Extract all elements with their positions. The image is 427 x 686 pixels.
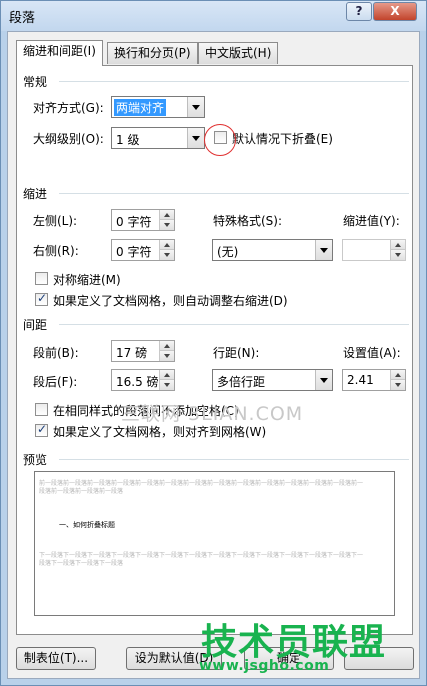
right-indent-label: 右侧(R): [33, 244, 79, 258]
tab-line-page-breaks[interactable]: 换行和分页(P) [107, 42, 198, 64]
help-button[interactable]: ? [346, 2, 372, 21]
line-spacing-label: 行距(N): [213, 346, 260, 360]
alignment-select[interactable]: 两端对齐 [111, 96, 205, 118]
spacing-at-label: 设置值(A): [343, 346, 401, 360]
outline-level-select[interactable]: 1 级 [111, 127, 205, 149]
sanlian-watermark: 三联网 3LIAN.COM [121, 403, 304, 425]
preview-box: 前一段落前一段落前一段落前一段落前一段落前一段落前一段落前一段落前一段落前一段落… [34, 471, 395, 616]
tab-indent-spacing[interactable]: 缩进和间距(I) [16, 40, 103, 66]
general-heading: 常规 [23, 75, 48, 89]
alignment-label: 对齐方式(G): [33, 101, 104, 115]
outline-level-value: 1 级 [116, 133, 140, 147]
spin-down-icon[interactable] [390, 250, 405, 260]
close-button[interactable]: X [373, 2, 417, 21]
annotation-circle [204, 124, 236, 156]
space-before-label: 段前(B): [33, 346, 79, 360]
special-indent-value: (无) [217, 245, 239, 259]
space-after-value: 16.5 磅 [116, 375, 159, 389]
special-indent-select[interactable]: (无) [212, 239, 333, 261]
indent-separator [59, 193, 409, 194]
chevron-down-icon[interactable] [187, 128, 204, 148]
right-indent-spinner[interactable]: 0 字符 [111, 239, 175, 261]
paragraph-dialog: 段落 ? X 缩进和间距(I) 换行和分页(P) 中文版式(H) 常规 对齐方式… [0, 0, 427, 686]
chevron-down-icon[interactable] [315, 370, 332, 390]
mirror-indents-checkbox[interactable] [35, 272, 48, 285]
outline-level-label: 大纲级别(O): [33, 132, 104, 146]
space-after-spinner[interactable]: 16.5 磅 [111, 369, 175, 391]
preview-following-paragraph: 下一段落下一段落下一段落下一段落下一段落下一段落下一段落下一段落下一段落下一段落… [39, 552, 364, 567]
left-indent-value: 0 字符 [116, 215, 152, 229]
space-before-value: 17 磅 [116, 346, 148, 360]
spin-up-icon[interactable] [159, 210, 174, 220]
snap-to-grid-checkbox[interactable] [35, 422, 48, 437]
tabs-button[interactable]: 制表位(T)... [16, 647, 96, 670]
right-indent-value: 0 字符 [116, 245, 152, 259]
spacing-at-spinner[interactable]: 2.41 [342, 369, 406, 391]
chevron-down-icon[interactable] [315, 240, 332, 260]
preview-current-paragraph: 一、如何折叠标题 [59, 521, 115, 529]
title-bar[interactable]: 段落 ? X [1, 1, 426, 31]
spin-down-icon[interactable] [159, 220, 174, 230]
spin-up-icon[interactable] [159, 370, 174, 380]
auto-adjust-right-checkbox[interactable] [35, 291, 48, 306]
dialog-title: 段落 [9, 11, 36, 26]
url-watermark: www.jsgho.com [199, 658, 330, 674]
spin-up-icon[interactable] [159, 341, 174, 351]
left-indent-spinner[interactable]: 0 字符 [111, 209, 175, 231]
spin-down-icon[interactable] [159, 380, 174, 390]
spacing-heading: 间距 [23, 318, 48, 332]
mirror-indents-label[interactable]: 对称缩进(M) [53, 271, 121, 288]
spacing-separator [59, 324, 409, 325]
tab-asian-typography[interactable]: 中文版式(H) [198, 42, 279, 64]
preview-heading: 预览 [23, 453, 48, 467]
chevron-down-icon[interactable] [187, 97, 204, 117]
indent-by-spinner[interactable] [342, 239, 406, 261]
space-after-label: 段后(F): [33, 375, 78, 389]
indent-by-label: 缩进值(Y): [343, 214, 400, 228]
line-spacing-value: 多倍行距 [217, 375, 266, 389]
line-spacing-select[interactable]: 多倍行距 [212, 369, 333, 391]
general-separator [59, 81, 409, 82]
alignment-value: 两端对齐 [114, 99, 167, 116]
spacing-at-value: 2.41 [347, 373, 374, 387]
spin-up-icon[interactable] [390, 370, 405, 380]
preview-separator [59, 459, 409, 460]
indent-heading: 缩进 [23, 187, 48, 201]
auto-adjust-right-label[interactable]: 如果定义了文档网格，则自动调整右缩进(D) [53, 292, 288, 309]
spin-down-icon[interactable] [159, 351, 174, 361]
no-space-same-style-checkbox[interactable] [35, 403, 48, 416]
spin-down-icon[interactable] [390, 380, 405, 390]
collapse-label[interactable]: 默认情况下折叠(E) [232, 130, 333, 147]
left-indent-label: 左侧(L): [33, 214, 78, 228]
spin-up-icon[interactable] [159, 240, 174, 250]
special-indent-label: 特殊格式(S): [213, 214, 283, 228]
preview-previous-paragraph: 前一段落前一段落前一段落前一段落前一段落前一段落前一段落前一段落前一段落前一段落… [39, 480, 364, 495]
spin-down-icon[interactable] [159, 250, 174, 260]
space-before-spinner[interactable]: 17 磅 [111, 340, 175, 362]
spin-up-icon[interactable] [390, 240, 405, 250]
